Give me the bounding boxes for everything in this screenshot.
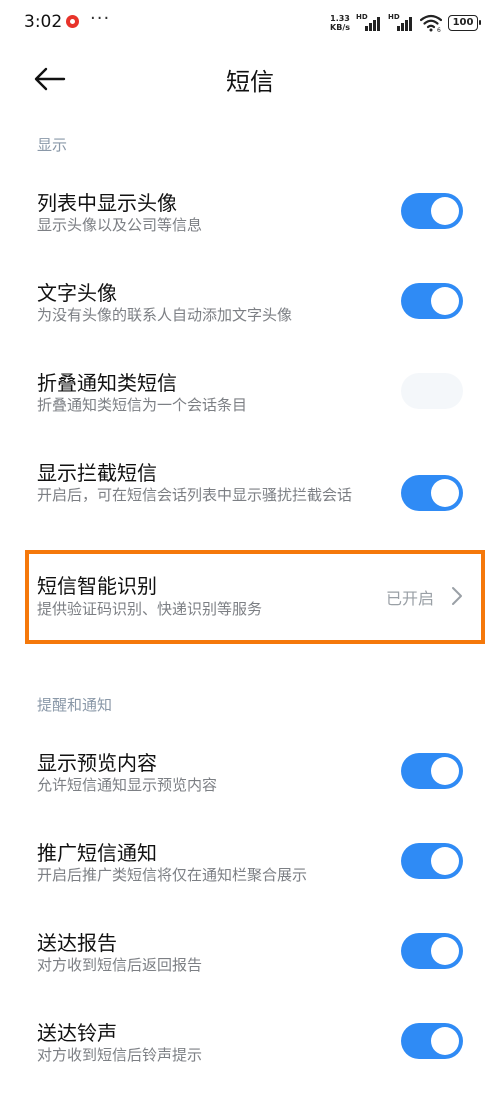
toggle-switch-off[interactable] (401, 373, 463, 409)
chevron-right-icon (452, 587, 462, 605)
nav-bar: 短信 (0, 50, 500, 108)
more-notifications-icon: ··· (90, 8, 111, 29)
toggle-switch[interactable] (401, 843, 463, 879)
setting-desc: 提供验证码识别、快递识别等服务 (37, 600, 263, 618)
setting-desc: 允许短信通知显示预览内容 (37, 776, 218, 794)
status-time: 3:02 (24, 12, 63, 32)
setting-title: 送达铃声 (37, 1021, 117, 1045)
section-header-display: 显示 (37, 136, 68, 154)
section-header-notifications: 提醒和通知 (37, 696, 113, 714)
setting-title: 短信智能识别 (37, 574, 157, 598)
page-title: 短信 (226, 68, 274, 96)
network-speed-unit: KB/s (330, 23, 350, 32)
setting-title: 折叠通知类短信 (37, 371, 177, 395)
setting-row-delivery-report[interactable]: 送达报告 对方收到短信后返回报告 (0, 920, 500, 990)
battery-icon: 100 (448, 15, 481, 31)
setting-row-text-avatar[interactable]: 文字头像 为没有头像的联系人自动添加文字头像 (0, 270, 500, 340)
setting-desc: 对方收到短信后返回报告 (37, 956, 203, 974)
setting-desc: 为没有头像的联系人自动添加文字头像 (37, 306, 293, 324)
setting-row-delivery-sound[interactable]: 送达铃声 对方收到短信后铃声提示 (0, 1010, 500, 1080)
toggle-switch[interactable] (401, 753, 463, 789)
toggle-switch[interactable] (401, 475, 463, 511)
toggle-switch[interactable] (401, 1023, 463, 1059)
setting-title: 送达报告 (37, 931, 117, 955)
toggle-switch[interactable] (401, 283, 463, 319)
setting-row-show-avatar[interactable]: 列表中显示头像 显示头像以及公司等信息 (0, 180, 500, 250)
signal-icon: HD (356, 13, 382, 32)
setting-title: 文字头像 (37, 281, 117, 305)
status-icons: 1.33 KB/s HD HD 6 100 (330, 12, 481, 34)
network-speed: 1.33 KB/s (330, 14, 350, 32)
setting-desc: 折叠通知类短信为一个会话条目 (37, 396, 248, 414)
wifi-icon: 6 (420, 14, 442, 32)
setting-row-show-preview[interactable]: 显示预览内容 允许短信通知显示预览内容 (0, 740, 500, 810)
status-value: 已开启 (386, 589, 435, 608)
setting-desc: 开启后，可在短信会话列表中显示骚扰拦截会话 (37, 486, 353, 504)
screen-record-icon (66, 15, 79, 28)
toggle-switch[interactable] (401, 933, 463, 969)
setting-row-show-blocked[interactable]: 显示拦截短信 开启后，可在短信会话列表中显示骚扰拦截会话 (0, 450, 500, 540)
signal-hd-label-2: HD (388, 13, 400, 21)
setting-title: 显示拦截短信 (37, 461, 157, 485)
setting-title: 推广短信通知 (37, 841, 157, 865)
signal-icon-2: HD (388, 13, 414, 32)
setting-desc: 开启后推广类短信将仅在通知栏聚合展示 (37, 866, 308, 884)
setting-row-promo-notifications[interactable]: 推广短信通知 开启后推广类短信将仅在通知栏聚合展示 (0, 830, 500, 900)
wifi-badge: 6 (437, 27, 441, 32)
setting-row-fold-notifications[interactable]: 折叠通知类短信 折叠通知类短信为一个会话条目 (0, 360, 500, 430)
setting-title: 列表中显示头像 (37, 191, 177, 215)
signal-hd-label: HD (356, 13, 368, 21)
setting-desc: 显示头像以及公司等信息 (37, 216, 203, 234)
setting-desc: 对方收到短信后铃声提示 (37, 1046, 203, 1064)
toggle-switch[interactable] (401, 193, 463, 229)
status-bar: 3:02 ··· 1.33 KB/s HD HD 6 100 (0, 0, 500, 44)
network-speed-value: 1.33 (330, 14, 350, 23)
setting-title: 显示预览内容 (37, 751, 157, 775)
setting-row-smart-recognition[interactable]: 短信智能识别 提供验证码识别、快递识别等服务 已开启 (0, 560, 500, 634)
